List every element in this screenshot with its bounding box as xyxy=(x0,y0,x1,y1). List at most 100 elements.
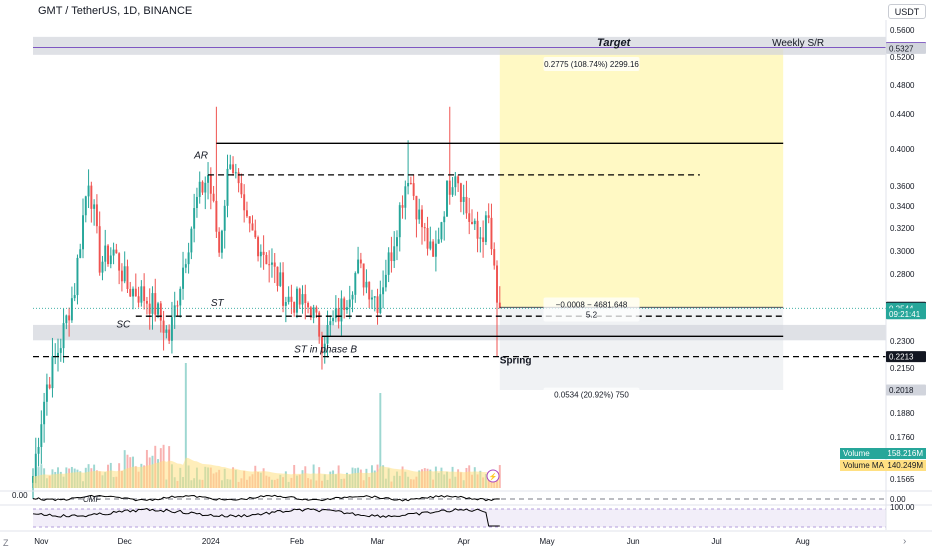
x-tick-label: Jul xyxy=(711,537,721,546)
candle-body xyxy=(362,263,365,288)
candle-body xyxy=(348,299,351,308)
candle-body xyxy=(343,298,346,311)
candle-body xyxy=(312,307,315,318)
scroll-right-icon[interactable]: › xyxy=(903,536,906,547)
candle-body xyxy=(476,220,479,239)
candle-body xyxy=(98,226,101,273)
target-zone xyxy=(499,48,784,308)
candle-body xyxy=(154,293,157,315)
candle-body xyxy=(193,208,196,229)
candle-body xyxy=(415,195,418,220)
target-label-text: 0.2775 (108.74%) 2299.16 xyxy=(544,60,639,69)
candle-body xyxy=(293,301,296,313)
candle-body xyxy=(107,245,109,265)
candle-body xyxy=(232,164,235,174)
candle-body xyxy=(254,230,257,238)
candle-body xyxy=(290,296,293,302)
candle-body xyxy=(371,297,373,300)
x-tick-label: Apr xyxy=(457,537,470,546)
candle-body xyxy=(87,185,90,197)
candle-body xyxy=(273,262,276,267)
x-tick-label: Feb xyxy=(290,537,304,546)
x-tick-label: 2024 xyxy=(202,537,220,546)
x-tick-label: Dec xyxy=(118,537,132,546)
candle-body xyxy=(473,220,476,225)
volume-label-name: Volume xyxy=(843,449,870,458)
candle-body xyxy=(237,172,240,184)
candle-body xyxy=(287,296,290,303)
candle-body xyxy=(418,209,421,220)
currency-button[interactable]: USDT xyxy=(888,4,926,19)
y-tick-label: 0.1565 xyxy=(890,475,915,484)
candle-body xyxy=(490,217,493,250)
candle-body xyxy=(148,303,151,314)
candle-body xyxy=(120,270,123,282)
candle-body xyxy=(82,215,84,250)
cmf-line xyxy=(32,494,500,502)
candle-body xyxy=(209,175,212,194)
candle-body xyxy=(282,272,285,306)
candle-body xyxy=(384,274,387,288)
candle-body xyxy=(48,384,51,389)
candle-body xyxy=(268,264,271,266)
candle-body xyxy=(496,265,498,303)
candle-body xyxy=(95,204,98,227)
candle-body xyxy=(73,295,76,299)
candle-body xyxy=(451,187,454,195)
candle-body xyxy=(84,196,87,216)
candle-body xyxy=(173,305,176,318)
candle-body xyxy=(279,272,282,286)
candle-body xyxy=(462,196,465,202)
stop-label: 0.0534 (20.92%) 750 xyxy=(543,387,640,402)
candle-body xyxy=(401,205,404,208)
candle-body xyxy=(262,251,265,255)
y-tick-label: 0.3000 xyxy=(890,247,915,256)
candle-body xyxy=(93,204,96,209)
candle-body xyxy=(165,329,168,333)
candle-body xyxy=(307,303,310,308)
candle-body xyxy=(270,262,273,265)
x-tick-label: Nov xyxy=(34,537,48,546)
candle-body xyxy=(457,176,460,184)
x-tick-label: May xyxy=(539,537,554,546)
y-tick-label: 0.5200 xyxy=(890,53,915,62)
candle-body xyxy=(176,305,179,307)
x-tick-label: Aug xyxy=(796,537,810,546)
candle-body xyxy=(129,288,132,297)
candle-body xyxy=(190,228,193,253)
candle-body xyxy=(304,294,307,304)
zoom-icon[interactable]: Z xyxy=(3,538,9,548)
candle-body xyxy=(240,183,243,195)
candle-body xyxy=(215,200,218,232)
candle-body xyxy=(132,288,134,297)
candle-body xyxy=(90,185,93,209)
candles-group xyxy=(32,106,501,499)
x-tick-label: Mar xyxy=(371,537,385,546)
candle-body xyxy=(398,205,401,238)
candle-body xyxy=(368,281,371,300)
candle-body xyxy=(168,329,171,341)
candle-body xyxy=(43,401,46,425)
chart-canvas[interactable]: 0.2775 (108.74%) 2299.16 −0.0008 − 4681.6… xyxy=(0,0,932,550)
candle-body xyxy=(243,194,246,211)
price-label: 0.2213 xyxy=(889,353,914,362)
target-label: 0.2775 (108.74%) 2299.16 xyxy=(543,57,640,71)
candle-body xyxy=(143,286,146,301)
position-mid-label: −0.0008 − 4681.6485.2 xyxy=(543,297,640,322)
candle-body xyxy=(179,288,182,306)
annotation-ar: AR xyxy=(193,150,208,161)
candle-body xyxy=(184,264,187,268)
candle-body xyxy=(51,356,54,389)
candle-body xyxy=(112,249,115,256)
annotation-st-in-phase-b: ST in phase B xyxy=(294,345,357,356)
candle-body xyxy=(298,288,301,305)
candle-body xyxy=(65,315,68,324)
stop-label-text: 0.0534 (20.92%) 750 xyxy=(554,391,629,400)
y-tick-label: 0.4400 xyxy=(890,110,915,119)
candle-body xyxy=(295,288,298,313)
price-label: 0.2018 xyxy=(889,386,914,395)
annotation-st: ST xyxy=(211,298,225,309)
cmf-label: CMF xyxy=(83,495,101,504)
candle-body xyxy=(426,227,429,249)
candle-body xyxy=(218,231,221,253)
